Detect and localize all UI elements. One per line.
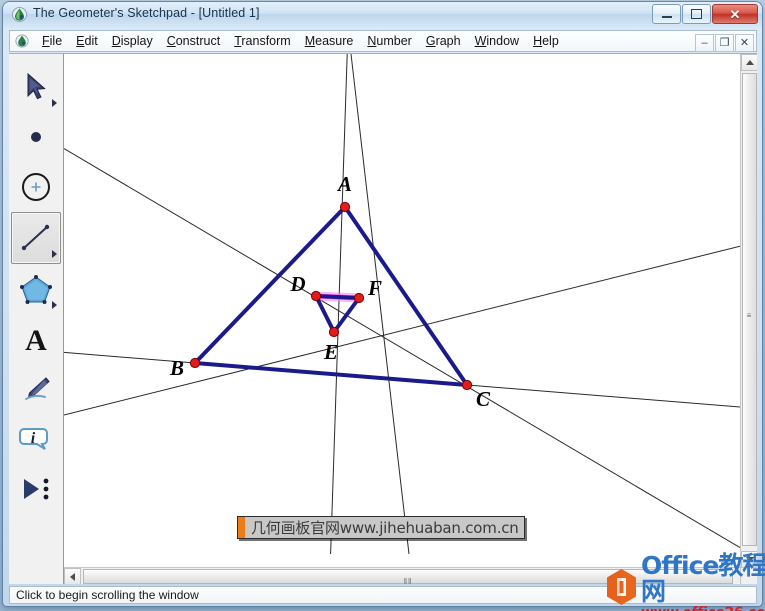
label-b: B bbox=[169, 356, 184, 380]
office-url-text: www.office26.com bbox=[641, 605, 765, 611]
office26-watermark: Office教程网 www.office26.com bbox=[605, 553, 765, 611]
sketchpad-doc-icon bbox=[15, 34, 29, 48]
minimize-button[interactable] bbox=[652, 4, 681, 24]
svg-text:i: i bbox=[31, 430, 36, 447]
point-c bbox=[461, 379, 473, 391]
window-controls: ✕ bbox=[652, 4, 758, 24]
sketchpad-logo-icon bbox=[12, 7, 27, 22]
close-icon: ✕ bbox=[729, 6, 741, 22]
screenshot-root: The Geometer's Sketchpad - [Untitled 1] … bbox=[0, 0, 765, 611]
mdi-window-controls: – ❐ ✕ bbox=[695, 34, 754, 52]
sketch-canvas-area[interactable]: A B C D E F 几何画板官网www.jihehuaban.com.cn bbox=[64, 53, 757, 584]
point-a bbox=[339, 201, 351, 213]
info-bubble-icon: i bbox=[19, 428, 48, 450]
segment-df bbox=[314, 294, 361, 300]
status-message: Click to begin scrolling the window bbox=[16, 588, 199, 602]
scroll-left-icon bbox=[70, 572, 75, 581]
title-bar: The Geometer's Sketchpad - [Untitled 1] … bbox=[3, 2, 762, 27]
label-f: F bbox=[367, 276, 382, 300]
pentagon-icon bbox=[20, 275, 52, 304]
menu-bar: File Edit Display Construct Transform Me… bbox=[9, 30, 757, 52]
scroll-left-button[interactable] bbox=[64, 568, 81, 584]
watermark-text: 几何画板官网www.jihehuaban.com.cn bbox=[251, 519, 519, 537]
maximize-button[interactable] bbox=[682, 4, 711, 24]
arrow-cursor-icon bbox=[27, 72, 46, 100]
mdi-restore-icon: ❐ bbox=[719, 36, 730, 49]
geometry-figure[interactable]: A B C D E F bbox=[64, 54, 740, 554]
letter-a-icon: A bbox=[25, 324, 47, 355]
menu-item-display[interactable]: Display bbox=[105, 32, 160, 50]
menu-item-window[interactable]: Window bbox=[468, 32, 526, 50]
menu-item-edit[interactable]: Edit bbox=[69, 32, 105, 50]
circle-compass-icon bbox=[22, 173, 50, 201]
segment-line-icon bbox=[21, 224, 50, 251]
mdi-restore-button[interactable]: ❐ bbox=[715, 34, 734, 52]
menu-item-measure[interactable]: Measure bbox=[298, 32, 361, 50]
mdi-close-icon: ✕ bbox=[739, 36, 750, 49]
scroll-up-icon bbox=[745, 60, 754, 65]
straightedge-tool[interactable] bbox=[11, 212, 61, 264]
scroll-grip-icon: ≡ bbox=[746, 310, 753, 320]
point-e bbox=[328, 326, 340, 338]
office-logo-icon bbox=[605, 568, 638, 606]
watermark-accent-bar bbox=[238, 517, 245, 538]
pen-marker-icon bbox=[25, 377, 50, 400]
menu-item-number[interactable]: Number bbox=[360, 32, 418, 50]
scroll-grip-horizontal-icon: ‖‖ bbox=[403, 577, 413, 584]
vertical-scrollbar[interactable]: ≡ bbox=[740, 54, 757, 568]
point-b bbox=[189, 357, 201, 369]
compass-circle-tool[interactable] bbox=[12, 162, 60, 212]
menu-item-graph[interactable]: Graph bbox=[419, 32, 468, 50]
menu-item-help[interactable]: Help bbox=[526, 32, 566, 50]
label-c: C bbox=[476, 387, 491, 411]
menu-item-transform[interactable]: Transform bbox=[227, 32, 298, 50]
point-f bbox=[353, 292, 365, 304]
vertical-scroll-thumb[interactable]: ≡ bbox=[742, 73, 757, 546]
point-d bbox=[310, 290, 322, 302]
arrow-select-tool[interactable] bbox=[12, 62, 60, 112]
application-window: The Geometer's Sketchpad - [Untitled 1] … bbox=[3, 2, 762, 606]
label-e: E bbox=[323, 340, 338, 364]
minimize-icon bbox=[661, 16, 672, 18]
client-area: A i A B C D E F 几何画板官网www.jihehuaban.com… bbox=[9, 53, 757, 584]
polygon-tool-flyout-icon[interactable] bbox=[52, 301, 57, 309]
tool-palette: A i bbox=[9, 53, 64, 584]
point-dot-icon bbox=[31, 132, 41, 142]
menu-item-construct[interactable]: Construct bbox=[160, 32, 228, 50]
polygon-tool[interactable] bbox=[12, 264, 60, 314]
point-tool[interactable] bbox=[12, 112, 60, 162]
text-tool[interactable]: A bbox=[12, 314, 60, 364]
svg-text:A: A bbox=[25, 324, 47, 355]
scroll-up-button[interactable] bbox=[741, 54, 757, 71]
play-dots-icon bbox=[24, 478, 49, 500]
sketch-pane[interactable]: A B C D E F 几何画板官网www.jihehuaban.com.cn bbox=[64, 54, 740, 554]
straightedge-tool-flyout-icon[interactable] bbox=[52, 250, 57, 258]
maximize-icon bbox=[691, 9, 702, 19]
mdi-minimize-icon: – bbox=[701, 36, 708, 49]
office-brand-text: Office教程网 bbox=[641, 550, 765, 606]
window-title: The Geometer's Sketchpad - [Untitled 1] bbox=[33, 6, 260, 20]
menu-item-file[interactable]: File bbox=[35, 32, 69, 50]
label-a: A bbox=[336, 172, 352, 196]
information-tool[interactable]: i bbox=[12, 414, 60, 464]
arrow-tool-flyout-icon[interactable] bbox=[52, 99, 57, 107]
marker-tool[interactable] bbox=[12, 364, 60, 414]
close-button[interactable]: ✕ bbox=[712, 4, 758, 24]
jihehuaban-watermark: 几何画板官网www.jihehuaban.com.cn bbox=[237, 516, 525, 539]
mdi-minimize-button[interactable]: – bbox=[695, 34, 714, 52]
custom-tool[interactable] bbox=[12, 464, 60, 514]
mdi-close-button[interactable]: ✕ bbox=[735, 34, 754, 52]
label-d: D bbox=[289, 272, 305, 296]
